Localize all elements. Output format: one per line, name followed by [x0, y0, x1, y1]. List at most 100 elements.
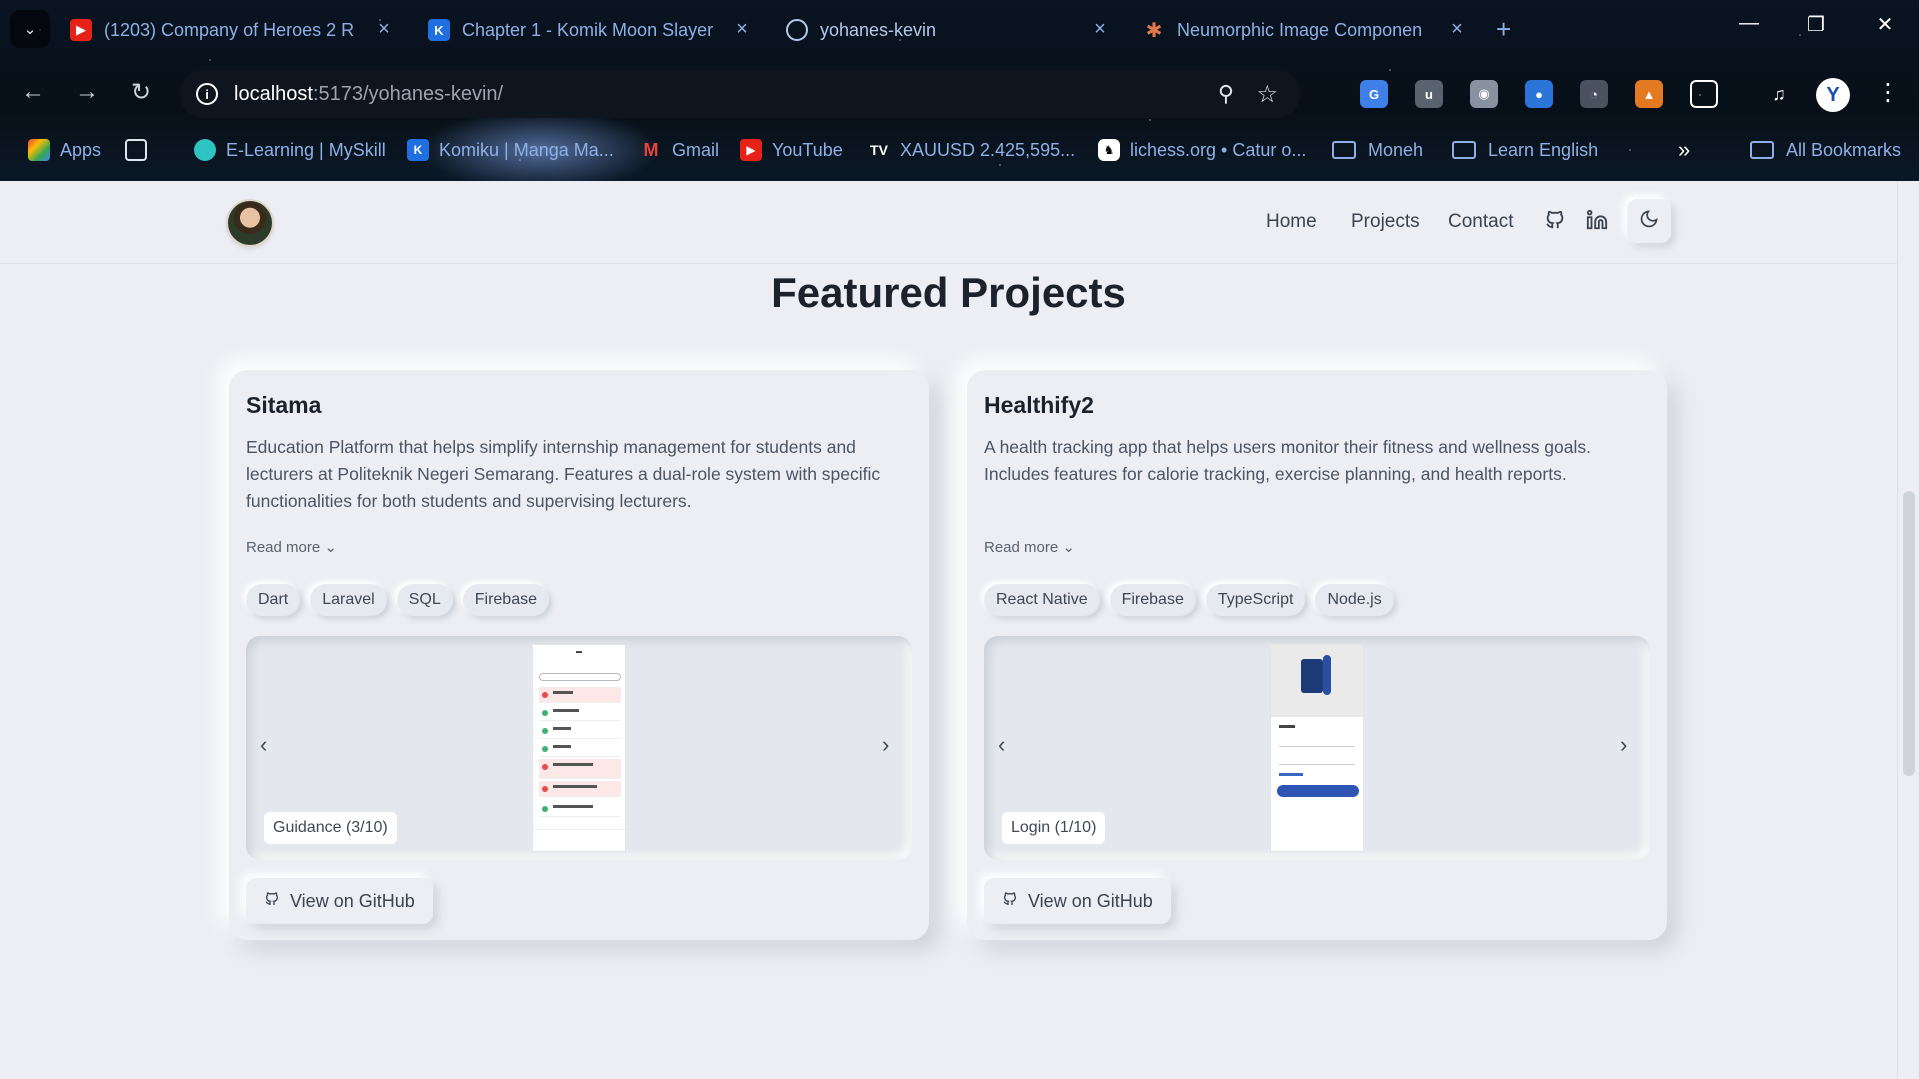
page-scrollbar[interactable] [1897, 181, 1919, 1079]
bookmark-label: lichess.org • Catur o... [1130, 139, 1307, 160]
screenshot-row [539, 759, 621, 779]
extension-icon[interactable]: ◉ [1470, 80, 1498, 108]
restore-button[interactable]: ❐ [1796, 12, 1836, 37]
new-tab-button[interactable]: + [1496, 14, 1511, 45]
bookmark-label: Learn English [1488, 139, 1599, 160]
tech-tags: React Native Firebase TypeScript Node.js [984, 584, 1394, 616]
myskill-icon [194, 139, 216, 161]
view-on-github-button[interactable]: View on GitHub [984, 878, 1171, 924]
bookmark-star-icon[interactable]: ☆ [1256, 80, 1278, 109]
tab-komik[interactable]: K Chapter 1 - Komik Moon Slayer × [428, 12, 753, 48]
theme-toggle-button[interactable] [1627, 199, 1671, 243]
reload-button[interactable]: ↻ [124, 78, 158, 107]
bookmark-label: Gmail [672, 139, 720, 160]
close-window-button[interactable]: ✕ [1865, 12, 1905, 37]
tab-neumorphic[interactable]: ✱ Neumorphic Image Componen × [1143, 12, 1468, 48]
carousel-prev-button[interactable]: ‹ [260, 732, 267, 758]
tab-youtube[interactable]: ▶ (1203) Company of Heroes 2 R × [70, 12, 395, 48]
profile-avatar[interactable]: Y [1816, 78, 1850, 112]
tab-title: Neumorphic Image Componen [1177, 19, 1423, 40]
bookmarks-overflow-icon[interactable]: » [1678, 132, 1690, 168]
google-translate-icon[interactable]: G [1360, 80, 1388, 108]
read-more-label: Read more [246, 539, 321, 556]
project-description: A health tracking app that helps users m… [984, 437, 1592, 484]
close-icon[interactable]: × [731, 18, 753, 41]
view-on-github-button[interactable]: View on GitHub [246, 878, 433, 924]
tab-title: (1203) Company of Heroes 2 R [104, 19, 355, 40]
media-control-icon[interactable]: ♫ [1765, 80, 1793, 108]
screenshot-link [1279, 773, 1303, 776]
zoom-icon[interactable]: ⚲ [1218, 81, 1234, 107]
extensions-puzzle-icon[interactable] [1690, 80, 1718, 108]
carousel-caption: Login (1/10) [1002, 812, 1106, 844]
bookmark-apps[interactable]: Apps [28, 132, 101, 168]
screenshot-input [1279, 755, 1355, 765]
linkedin-icon[interactable] [1586, 209, 1608, 237]
claude-icon: ✱ [1145, 19, 1163, 42]
scrollbar-thumb[interactable] [1903, 491, 1915, 776]
bookmark-youtube[interactable]: ▶ YouTube [740, 132, 843, 168]
read-more-button[interactable]: Read more ⌄ [984, 538, 1075, 556]
carousel-next-button[interactable]: › [882, 732, 889, 758]
image-carousel: ‹ Login (1/10) › [984, 636, 1650, 860]
browser-chrome: ⌄ ▶ (1203) Company of Heroes 2 R × K Cha… [0, 0, 1919, 181]
nav-home[interactable]: Home [1266, 211, 1317, 233]
bookmark-myskill[interactable]: E-Learning | MySkill [194, 132, 386, 168]
screenshot-input [1279, 737, 1355, 747]
browser-menu-icon[interactable]: ⋮ [1876, 78, 1900, 107]
forward-button[interactable]: → [70, 78, 104, 106]
tab-search-button[interactable]: ⌄ [10, 10, 50, 48]
bookmark-label: E-Learning | MySkill [226, 139, 386, 160]
read-more-button[interactable]: Read more ⌄ [246, 538, 337, 556]
nav-projects[interactable]: Projects [1351, 211, 1420, 233]
metamask-icon[interactable]: ▲ [1635, 80, 1663, 108]
minimize-button[interactable]: — [1729, 12, 1769, 35]
avatar[interactable] [228, 201, 272, 245]
app-screenshot [1270, 644, 1364, 852]
section-title: Featured Projects [771, 269, 1126, 316]
bookmark-lichess[interactable]: ♞ lichess.org • Catur o... [1098, 132, 1306, 168]
github-icon[interactable] [1544, 209, 1566, 237]
bookmark-label: Moneh [1368, 139, 1424, 160]
back-button[interactable]: ← [16, 78, 50, 106]
tag: Dart [246, 584, 301, 616]
bookmark-label: XAUUSD 2.425,595... [900, 139, 1076, 160]
bookmark-all-bookmarks[interactable]: All Bookmarks [1750, 132, 1901, 168]
bookmark-label: Komiku | Manga Ma... [439, 139, 614, 160]
dictionary-icon[interactable]: ◔ [1580, 80, 1608, 108]
ublock-icon[interactable]: u [1415, 80, 1443, 108]
tag: React Native [984, 584, 1100, 616]
bookmark-komiku[interactable]: K Komiku | Manga Ma... [407, 132, 614, 168]
screenshot-row [539, 723, 621, 739]
tab-strip: ⌄ ▶ (1203) Company of Heroes 2 R × K Cha… [0, 0, 1919, 58]
folder-icon [1452, 141, 1476, 159]
bookmark-gmail[interactable]: M Gmail [640, 132, 720, 168]
tag: Node.js [1315, 584, 1394, 616]
bookmark-folder-learn-english[interactable]: Learn English [1452, 132, 1598, 168]
tech-tags: Dart Laravel SQL Firebase [246, 584, 549, 616]
close-icon[interactable]: × [1089, 18, 1111, 41]
address-bar[interactable]: i localhost:5173/yohanes-kevin/ ⚲ ☆ [180, 70, 1300, 118]
project-description: Education Platform that helps simplify i… [246, 437, 881, 511]
close-icon[interactable]: × [373, 18, 395, 41]
bookmark-folder-moneh[interactable]: Moneh [1332, 132, 1423, 168]
url-text[interactable]: localhost:5173/yohanes-kevin/ [234, 83, 503, 106]
close-icon[interactable]: × [1446, 18, 1468, 41]
tab-title: yohanes-kevin [820, 19, 937, 40]
carousel-prev-button[interactable]: ‹ [998, 732, 1005, 758]
bookmark-xauusd[interactable]: TV XAUUSD 2.425,595... [868, 132, 1075, 168]
chevron-down-icon: ⌄ [1062, 539, 1075, 556]
nav-contact[interactable]: Contact [1448, 211, 1513, 233]
bookmark-tab-groups[interactable] [125, 132, 157, 168]
screenshot-phone-graphic [1301, 659, 1323, 693]
browser-toolbar: ← → ↻ i localhost:5173/yohanes-kevin/ ⚲ … [0, 68, 1919, 120]
screenshot-header: ▬ [576, 649, 582, 655]
tab-yohanes-kevin[interactable]: yohanes-kevin × [786, 12, 1111, 48]
screen-capture-icon[interactable]: ● [1525, 80, 1553, 108]
project-title: Healthify2 [984, 392, 1094, 418]
tag: Firebase [1109, 584, 1196, 616]
site-info-icon[interactable]: i [196, 83, 218, 105]
url-host: localhost [234, 82, 313, 105]
gmail-icon: M [643, 139, 659, 160]
carousel-next-button[interactable]: › [1620, 732, 1627, 758]
